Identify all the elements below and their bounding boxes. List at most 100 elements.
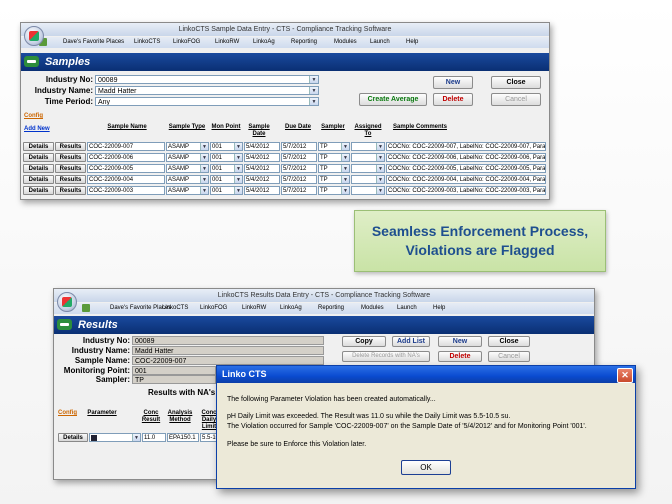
delete-button[interactable]: Delete bbox=[433, 93, 473, 106]
details-button[interactable]: Details bbox=[23, 153, 54, 162]
sample-name-cell[interactable]: COC-22009-004 bbox=[87, 175, 165, 184]
sample-type-cell[interactable]: ASAMP ▼ bbox=[166, 175, 209, 184]
assigned-to-cell[interactable]: ▼ bbox=[351, 186, 385, 195]
sampler-cell[interactable]: TP ▼ bbox=[318, 153, 350, 162]
sample-name-cell[interactable]: COC-22009-003 bbox=[87, 186, 165, 195]
cancel-button[interactable]: Cancel bbox=[491, 93, 541, 106]
menu-launch[interactable]: Launch bbox=[397, 303, 417, 314]
sample-name-cell[interactable]: COC-22009-006 bbox=[87, 153, 165, 162]
menu-reporting[interactable]: Reporting bbox=[291, 37, 317, 48]
results-button[interactable]: Results bbox=[55, 164, 86, 173]
menu-modules[interactable]: Modules bbox=[361, 303, 384, 314]
conc-result-cell[interactable]: 11.0 bbox=[142, 433, 166, 442]
sampler-field[interactable]: TP bbox=[132, 375, 216, 384]
sample-type-cell[interactable]: ASAMP ▼ bbox=[166, 164, 209, 173]
toolbar-icon[interactable] bbox=[82, 304, 90, 312]
parameter-cell[interactable]: ▼ bbox=[89, 433, 141, 442]
chevron-down-icon[interactable]: ▼ bbox=[234, 154, 242, 161]
chevron-down-icon[interactable]: ▼ bbox=[376, 165, 384, 172]
menu-help[interactable]: Help bbox=[406, 37, 418, 48]
industry-no-field[interactable]: 00089 ▼ bbox=[95, 75, 319, 84]
industry-name-field[interactable]: Madd Hatter ▼ bbox=[95, 86, 319, 95]
sample-date-cell[interactable]: 5/4/2012 bbox=[244, 164, 280, 173]
due-date-cell[interactable]: 5/7/2012 bbox=[281, 142, 317, 151]
comments-cell[interactable]: COCNo: COC-22009-004, LabelNo: COC-22009… bbox=[386, 175, 546, 184]
menu-launch[interactable]: Launch bbox=[370, 37, 390, 48]
close-button[interactable]: Close bbox=[491, 76, 541, 89]
chevron-down-icon[interactable]: ▼ bbox=[376, 176, 384, 183]
chevron-down-icon[interactable]: ▼ bbox=[234, 176, 242, 183]
industry-name-field[interactable]: Madd Hatter bbox=[132, 346, 324, 355]
sample-date-cell[interactable]: 5/4/2012 bbox=[244, 153, 280, 162]
comments-cell[interactable]: COCNo: COC-22009-003, LabelNo: COC-22009… bbox=[386, 186, 546, 195]
config-link[interactable]: Config bbox=[58, 410, 77, 416]
sample-type-cell[interactable]: ASAMP ▼ bbox=[166, 186, 209, 195]
assigned-to-cell[interactable]: ▼ bbox=[351, 153, 385, 162]
details-button[interactable]: Details bbox=[23, 186, 54, 195]
due-date-cell[interactable]: 5/7/2012 bbox=[281, 175, 317, 184]
cancel-button[interactable]: Cancel bbox=[488, 351, 530, 362]
add-new-link[interactable]: Add New bbox=[24, 126, 50, 132]
sampler-cell[interactable]: TP ▼ bbox=[318, 175, 350, 184]
details-button[interactable]: Details bbox=[23, 142, 54, 151]
chevron-down-icon[interactable]: ▼ bbox=[341, 187, 349, 194]
mon-point-cell[interactable]: 001 ▼ bbox=[210, 175, 243, 184]
chevron-down-icon[interactable]: ▼ bbox=[234, 165, 242, 172]
copy-button[interactable]: Copy bbox=[342, 336, 386, 347]
results-button[interactable]: Results bbox=[55, 142, 86, 151]
chevron-down-icon[interactable]: ▼ bbox=[200, 165, 208, 172]
chevron-down-icon[interactable]: ▼ bbox=[376, 187, 384, 194]
sample-date-cell[interactable]: 5/4/2012 bbox=[244, 175, 280, 184]
comments-cell[interactable]: COCNo: COC-22009-006, LabelNo: COC-22009… bbox=[386, 153, 546, 162]
due-date-cell[interactable]: 5/7/2012 bbox=[281, 153, 317, 162]
menu-linkoag[interactable]: LinkoAg bbox=[253, 37, 275, 48]
menu-linkofog[interactable]: LinkoFOG bbox=[200, 303, 227, 314]
chevron-down-icon[interactable]: ▼ bbox=[341, 143, 349, 150]
menu-linkocts[interactable]: LinkoCTS bbox=[162, 303, 188, 314]
assigned-to-cell[interactable]: ▼ bbox=[351, 142, 385, 151]
assigned-to-cell[interactable]: ▼ bbox=[351, 164, 385, 173]
chevron-down-icon[interactable]: ▼ bbox=[234, 143, 242, 150]
chevron-down-icon[interactable]: ▼ bbox=[234, 187, 242, 194]
create-average-button[interactable]: Create Average bbox=[359, 93, 427, 106]
menu-help[interactable]: Help bbox=[433, 303, 445, 314]
chevron-down-icon[interactable]: ▼ bbox=[341, 176, 349, 183]
mon-point-field[interactable]: 001 bbox=[132, 366, 216, 375]
sample-name-cell[interactable]: COC-22009-007 bbox=[87, 142, 165, 151]
config-link[interactable]: Config bbox=[24, 113, 43, 119]
details-button[interactable]: Details bbox=[23, 175, 54, 184]
add-list-button[interactable]: Add List bbox=[392, 336, 430, 347]
comments-cell[interactable]: COCNo: COC-22009-005, LabelNo: COC-22009… bbox=[386, 164, 546, 173]
menu-linkofog[interactable]: LinkoFOG bbox=[173, 37, 200, 48]
assigned-to-cell[interactable]: ▼ bbox=[351, 175, 385, 184]
menu-reporting[interactable]: Reporting bbox=[318, 303, 344, 314]
close-icon[interactable]: ✕ bbox=[617, 368, 633, 383]
new-button[interactable]: New bbox=[438, 336, 482, 347]
chevron-down-icon[interactable]: ▼ bbox=[309, 98, 318, 105]
menu-linkoag[interactable]: LinkoAg bbox=[280, 303, 302, 314]
menu-favorites[interactable]: Dave's Favorite Places bbox=[63, 37, 124, 48]
chevron-down-icon[interactable]: ▼ bbox=[376, 154, 384, 161]
chevron-down-icon[interactable]: ▼ bbox=[200, 143, 208, 150]
chevron-down-icon[interactable]: ▼ bbox=[132, 434, 140, 441]
chevron-down-icon[interactable]: ▼ bbox=[200, 154, 208, 161]
menu-linkorw[interactable]: LinkoRW bbox=[215, 37, 239, 48]
chevron-down-icon[interactable]: ▼ bbox=[200, 187, 208, 194]
mon-point-cell[interactable]: 001 ▼ bbox=[210, 186, 243, 195]
ok-button[interactable]: OK bbox=[401, 460, 451, 475]
chevron-down-icon[interactable]: ▼ bbox=[341, 154, 349, 161]
menu-linkorw[interactable]: LinkoRW bbox=[242, 303, 266, 314]
sample-name-field[interactable]: COC-22009-007 bbox=[132, 356, 324, 365]
due-date-cell[interactable]: 5/7/2012 bbox=[281, 186, 317, 195]
chevron-down-icon[interactable]: ▼ bbox=[200, 176, 208, 183]
sampler-cell[interactable]: TP ▼ bbox=[318, 186, 350, 195]
new-button[interactable]: New bbox=[433, 76, 473, 89]
chevron-down-icon[interactable]: ▼ bbox=[341, 165, 349, 172]
details-button[interactable]: Details bbox=[23, 164, 54, 173]
mon-point-cell[interactable]: 001 ▼ bbox=[210, 142, 243, 151]
details-button[interactable]: Details bbox=[58, 433, 88, 442]
results-button[interactable]: Results bbox=[55, 153, 86, 162]
chevron-down-icon[interactable]: ▼ bbox=[309, 76, 318, 83]
sample-date-cell[interactable]: 5/4/2012 bbox=[244, 142, 280, 151]
menu-modules[interactable]: Modules bbox=[334, 37, 357, 48]
